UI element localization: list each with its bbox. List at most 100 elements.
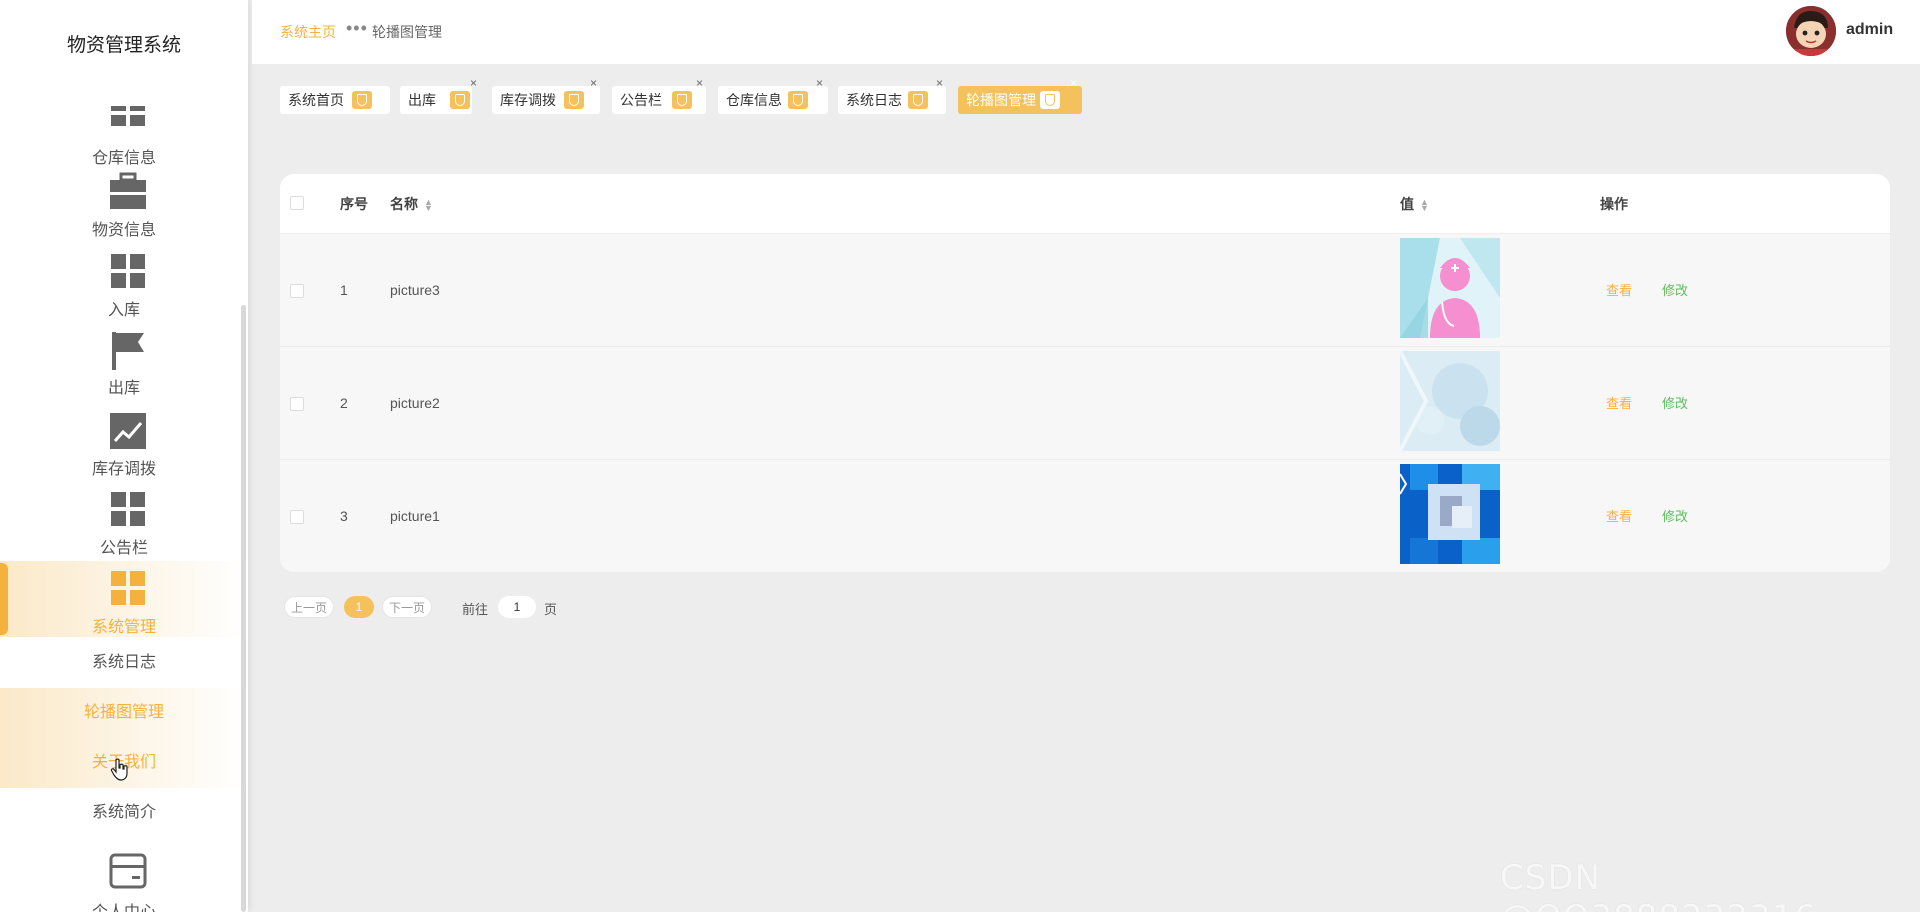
sidebar-item-outbound[interactable]: 出库 [0, 330, 248, 408]
row-checkbox[interactable] [290, 510, 304, 524]
table-row: 2 picture2 查看 修改 [280, 347, 1890, 460]
close-icon[interactable]: × [696, 76, 703, 90]
sidebar-item-label: 出库 [107, 380, 140, 397]
tab-label: 公告栏 [620, 92, 662, 108]
row-index: 2 [340, 395, 348, 411]
tab-transfer[interactable]: 库存调拨 × [492, 76, 600, 114]
view-button[interactable]: 查看 [1606, 506, 1632, 525]
sidebar-item-notice[interactable]: 公告栏 [0, 490, 248, 568]
shield-icon [672, 91, 692, 109]
breadcrumb-current: 轮播图管理 [372, 24, 442, 40]
column-name-label: 名称 [390, 196, 418, 212]
view-button[interactable]: 查看 [1606, 393, 1632, 412]
row-name: picture3 [390, 282, 440, 298]
active-indicator [0, 563, 8, 635]
shield-icon [1040, 91, 1060, 109]
tab-label: 库存调拨 [500, 92, 556, 108]
avatar[interactable] [1786, 6, 1836, 56]
row-checkbox[interactable] [290, 397, 304, 411]
hand-cursor-icon [110, 758, 128, 781]
tab-label: 仓库信息 [726, 92, 782, 108]
tab-outbound[interactable]: 出库 × [400, 76, 477, 114]
table-grid-icon [111, 106, 145, 126]
row-name: picture1 [390, 508, 440, 524]
briefcase-icon [110, 172, 146, 209]
edit-button[interactable]: 修改 [1662, 506, 1688, 525]
tab-home[interactable]: 系统首页 [280, 86, 390, 114]
edit-button[interactable]: 修改 [1662, 393, 1688, 412]
tab-label: 系统日志 [846, 92, 902, 108]
close-icon[interactable]: × [590, 76, 597, 90]
edit-button[interactable]: 修改 [1662, 280, 1688, 299]
sidebar-item-label: 仓库信息 [91, 150, 156, 167]
sidebar-scrollbar[interactable] [241, 305, 246, 912]
submenu-item-system-log[interactable]: 系统日志 [0, 638, 248, 688]
row-name: picture2 [390, 395, 440, 411]
row-thumbnail-image[interactable] [1400, 238, 1500, 338]
close-icon[interactable]: × [816, 76, 823, 90]
sidebar-item-label: 入库 [107, 302, 140, 319]
close-icon[interactable]: × [1070, 76, 1077, 90]
column-value-label: 值 [1400, 196, 1414, 212]
tab-warehouse[interactable]: 仓库信息 × [718, 76, 828, 114]
wallet-icon [109, 853, 147, 889]
sort-icon[interactable]: ▲ ▼ [424, 198, 433, 213]
submenu-item-carousel[interactable]: 轮播图管理 [0, 688, 248, 738]
sidebar-item-label: 个人中心 [0, 898, 248, 912]
breadcrumb-separator: ••• [346, 18, 368, 38]
data-table: 序号 名称 ▲ ▼ 值 ▲ ▼ 操作 1 picture3 查看 修改 2 pictur… [280, 174, 1890, 572]
table-row: 3 picture1 查看 修改 [280, 460, 1890, 572]
sidebar-item-materials[interactable]: 物资信息 [0, 172, 248, 250]
page-number-current[interactable]: 1 [344, 596, 374, 618]
shield-icon [908, 91, 928, 109]
tab-label: 出库 [408, 92, 436, 108]
column-index: 序号 [340, 196, 368, 212]
sidebar-item-transfer[interactable]: 库存调拨 [0, 411, 248, 489]
watermark: CSDN @QQ3888232316 [1500, 858, 1816, 912]
close-icon[interactable]: × [936, 76, 943, 90]
username[interactable]: admin [1846, 21, 1893, 39]
tab-carousel[interactable]: 轮播图管理 × [958, 76, 1082, 114]
column-name[interactable]: 名称 ▲ ▼ [390, 194, 433, 214]
column-value[interactable]: 值 ▲ ▼ [1400, 194, 1429, 214]
topbar: 系统主页 ••• 轮播图管理 admin [252, 0, 1920, 64]
sidebar-item-system[interactable]: 系统管理 [0, 561, 248, 637]
goto-unit: 页 [544, 602, 558, 617]
submenu-item-intro[interactable]: 系统简介 [0, 788, 248, 838]
avatar-image [1786, 6, 1836, 56]
row-thumbnail-image[interactable] [1400, 351, 1500, 451]
sidebar: 物资管理系统 仓库信息 物资信息 入库 出库 库存调拨 公告栏 系统管理 系统日… [0, 0, 248, 912]
shield-icon [450, 91, 470, 109]
view-button[interactable]: 查看 [1606, 280, 1632, 299]
goto-page-input[interactable]: 1 [498, 596, 536, 618]
prev-page-button[interactable]: 上一页 [284, 596, 335, 618]
row-index: 1 [340, 282, 348, 298]
grid-icon [111, 571, 145, 605]
table-row: 1 picture3 查看 修改 [280, 234, 1890, 347]
row-checkbox[interactable] [290, 284, 304, 298]
tab-label: 系统首页 [288, 92, 344, 108]
grid-icon [111, 492, 145, 526]
row-thumbnail-image[interactable] [1400, 464, 1500, 564]
sidebar-item-warehouse[interactable]: 仓库信息 [0, 100, 248, 178]
close-icon[interactable]: × [470, 76, 477, 90]
grid-icon [111, 254, 145, 288]
trend-chart-icon [110, 413, 146, 449]
sidebar-item-label: 公告栏 [99, 540, 148, 557]
select-all-checkbox[interactable] [290, 196, 304, 210]
shield-icon [352, 91, 372, 109]
sort-icon[interactable]: ▲ ▼ [1420, 198, 1429, 213]
sidebar-item-label: 库存调拨 [91, 461, 156, 478]
shield-icon [564, 91, 584, 109]
breadcrumb-home[interactable]: 系统主页 [280, 22, 336, 42]
sidebar-item-label: 物资信息 [91, 222, 156, 239]
sidebar-item-profile[interactable]: 个人中心 [0, 852, 248, 912]
tab-notice[interactable]: 公告栏 × [612, 76, 706, 114]
row-index: 3 [340, 508, 348, 524]
tab-label: 轮播图管理 [966, 92, 1036, 108]
sidebar-item-inbound[interactable]: 入库 [0, 252, 248, 330]
next-page-button[interactable]: 下一页 [382, 596, 433, 618]
app-title: 物资管理系统 [66, 35, 181, 56]
tab-system-log[interactable]: 系统日志 × [838, 76, 946, 114]
table-header: 序号 名称 ▲ ▼ 值 ▲ ▼ 操作 [280, 174, 1890, 234]
